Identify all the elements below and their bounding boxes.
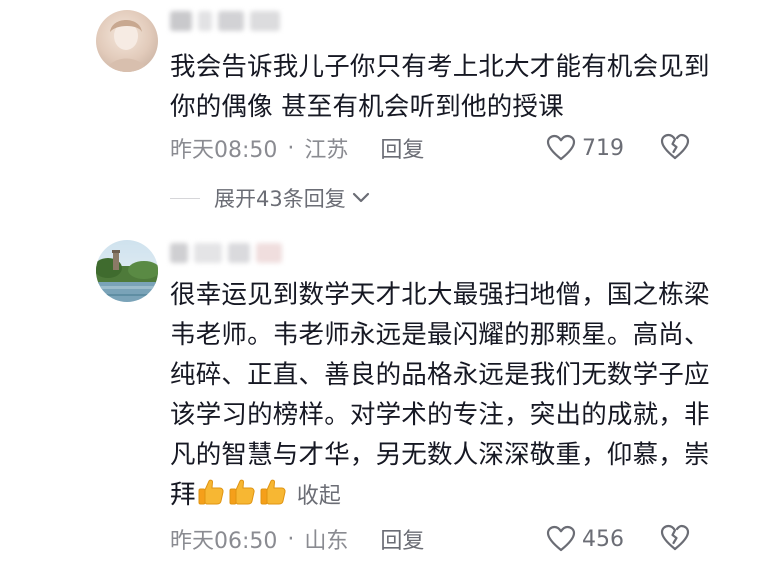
like-button[interactable]: 719	[546, 133, 624, 163]
collapse-button[interactable]: 收起	[297, 484, 341, 509]
comment-text: 很幸运见到数学天才北大最强扫地僧，国之栋梁韦老师。韦老师永远是最闪耀的那颗星。高…	[170, 275, 710, 519]
avatar[interactable]	[96, 240, 158, 302]
comment-time: 昨天06:50	[170, 529, 278, 554]
thumbs-up-icon	[196, 477, 226, 519]
thumbs-up-icon	[227, 477, 257, 519]
comment-location: 江苏	[304, 138, 349, 163]
chevron-down-icon	[352, 192, 369, 203]
username-blurred[interactable]	[170, 8, 280, 34]
expand-replies-label: 展开43条回复	[214, 187, 346, 211]
dislike-button[interactable]	[660, 133, 690, 163]
broken-heart-icon	[660, 133, 690, 160]
heart-icon	[546, 525, 576, 552]
reply-button[interactable]: 回复	[380, 132, 424, 164]
reply-button[interactable]: 回复	[380, 523, 424, 555]
divider-line	[170, 197, 200, 199]
heart-icon	[546, 134, 576, 161]
comment-text: 我会告诉我儿子你只有考上北大才能有机会见到你的偶像 甚至有机会听到他的授课	[170, 52, 710, 122]
dislike-button[interactable]	[660, 524, 690, 554]
comment-location: 山东	[304, 529, 349, 554]
comment-time: 昨天08:50	[170, 138, 278, 163]
comment-text-body: 很幸运见到数学天才北大最强扫地僧，国之栋梁韦老师。韦老师永远是最闪耀的那颗星。高…	[170, 280, 710, 510]
like-count: 456	[582, 526, 624, 552]
separator-dot: ·	[287, 135, 295, 161]
expand-replies[interactable]: 展开43条回复	[170, 183, 370, 213]
like-count: 719	[582, 135, 624, 161]
thumbs-up-icon	[258, 477, 288, 519]
broken-heart-icon	[660, 524, 690, 551]
avatar[interactable]	[96, 10, 158, 72]
like-button[interactable]: 456	[546, 524, 624, 554]
username-blurred[interactable]	[170, 240, 282, 266]
separator-dot: ·	[287, 526, 295, 552]
comment-meta: 昨天08:50 · 江苏 回复	[170, 132, 424, 164]
comment-meta: 昨天06:50 · 山东 回复	[170, 523, 424, 555]
